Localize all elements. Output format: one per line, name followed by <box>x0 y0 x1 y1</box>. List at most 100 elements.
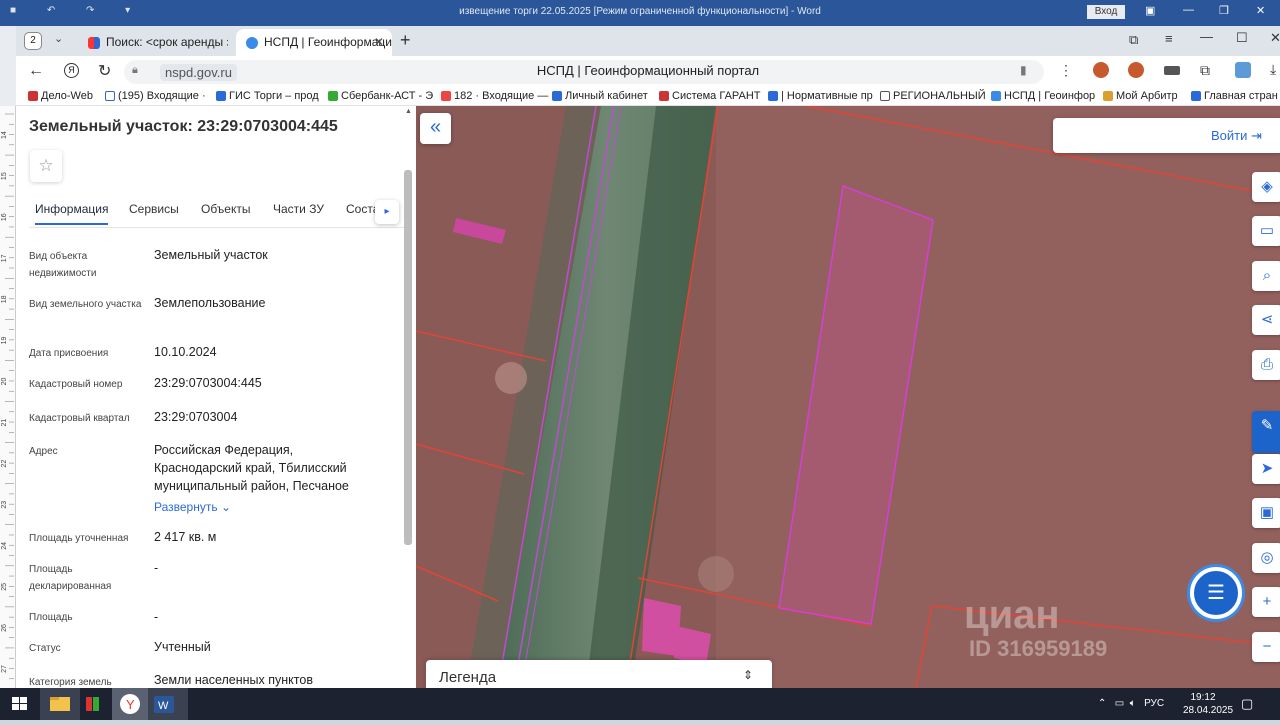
bookmark-label: ГИС Торги – прод <box>229 90 319 102</box>
tab-search[interactable]: Поиск: <срок аренды зем <box>78 29 228 56</box>
area-search-icon[interactable]: ⌕ <box>1252 261 1280 291</box>
bookmark-item[interactable]: Сбербанк-АСТ - Э <box>328 90 433 102</box>
tabs-next-arrow-icon[interactable]: ▸ <box>375 200 399 224</box>
bookmark-favicon-icon <box>659 91 669 101</box>
zoom-in-icon[interactable]: + <box>1252 587 1280 617</box>
bookmark-item[interactable]: (195) Входящие · <box>105 90 206 102</box>
browser-tab-strip: 2 ⌄ Поиск: <срок аренды зем НСПД | Геоин… <box>16 26 1280 56</box>
windows-start-icon[interactable] <box>0 688 40 720</box>
yandex-browser-taskbar-icon[interactable]: Y <box>112 688 152 720</box>
address-bar-row: ← Я ↻ 🔒︎ nspd.gov.ru НСПД | Геоинформаци… <box>16 56 1280 88</box>
collections-icon[interactable]: ⧉ <box>1200 62 1210 79</box>
tab-parts[interactable]: Части ЗУ <box>273 202 324 216</box>
browser-maximize-icon[interactable]: ☐ <box>1236 30 1248 46</box>
panel-scrollbar[interactable] <box>404 170 412 545</box>
expand-link[interactable]: Развернуть ⌄ <box>154 500 231 514</box>
bookmark-item[interactable]: Дело-Web <box>28 90 93 102</box>
tab-services[interactable]: Сервисы <box>129 202 179 216</box>
svg-text:W: W <box>158 700 169 712</box>
app-icon[interactable] <box>76 688 116 720</box>
watermark-cian: циан <box>964 593 1060 637</box>
bookmark-favicon-icon <box>28 91 38 101</box>
legend-panel[interactable]: Легенда ⇕ <box>426 660 772 688</box>
bookmark-item[interactable]: РЕГИОНАЛЬНЫЙ <box>880 90 986 102</box>
bookmark-item[interactable]: | Нормативные пр <box>768 90 873 102</box>
volume-icon[interactable]: 🔈︎ <box>1130 698 1136 709</box>
geolocation-icon[interactable]: ➤ <box>1252 454 1280 484</box>
tray-chevron-icon[interactable]: ⌃ <box>1098 698 1106 709</box>
print-icon[interactable]: ⎙ <box>1252 350 1280 380</box>
ruler-icon[interactable]: ▭ <box>1252 216 1280 246</box>
bookmark-label: 182 · Входящие — <box>454 90 549 102</box>
ruler-mark-label: 22 <box>1 460 8 468</box>
menu-icon[interactable]: ≡ <box>1165 31 1173 46</box>
tab-count-badge[interactable]: 2 <box>24 32 42 50</box>
login-label: Войти <box>1211 128 1248 143</box>
bookmark-item[interactable]: НСПД | Геоинфор <box>991 90 1095 102</box>
notifications-icon[interactable]: ▢ <box>1241 696 1253 712</box>
word-taskbar-icon[interactable]: W <box>148 688 188 720</box>
clock[interactable]: 19:12 28.04.2025 <box>1183 691 1234 717</box>
browser-minimize-icon[interactable]: — <box>1200 29 1213 44</box>
expand-collapse-icon[interactable]: ⇕ <box>743 668 753 682</box>
value-area: - <box>154 610 159 624</box>
bookmark-label: | Нормативные пр <box>781 90 873 102</box>
layers-icon[interactable]: ◈ <box>1252 172 1280 202</box>
share-icon[interactable]: ⋖ <box>1252 305 1280 335</box>
watermark-id: ID 316959189 <box>969 636 1108 661</box>
bookmark-item[interactable]: ГИС Торги – прод <box>216 90 319 102</box>
language-indicator[interactable]: РУС <box>1144 698 1164 709</box>
login-button[interactable]: Войти ⇥ <box>1053 118 1280 153</box>
basemap-icon[interactable]: ▣ <box>1252 498 1280 528</box>
folder-icon <box>50 697 70 711</box>
scroll-up-icon[interactable]: ▲ <box>405 108 412 115</box>
tab-label: Поиск: <срок аренды зем <box>106 35 228 49</box>
bookmark-item[interactable]: Система ГАРАНТ <box>659 90 761 102</box>
tab-nspd[interactable]: НСПД | Геоинформаци ✕ <box>236 29 392 56</box>
ruler-mark-label: 18 <box>1 295 8 303</box>
word-login-button[interactable]: Вход <box>1087 5 1125 19</box>
tab-list-chevron-icon[interactable]: ⌄ <box>54 32 63 45</box>
file-explorer-icon[interactable] <box>40 688 80 720</box>
bookmark-label: НСПД | Геоинфор <box>1004 90 1096 102</box>
label-cadastral-number: Кадастровый номер <box>29 379 123 390</box>
tree-canopy <box>495 362 527 394</box>
bookmark-item[interactable]: Главная стран <box>1191 90 1278 102</box>
bookmark-item[interactable]: Мой Арбитр <box>1103 90 1178 102</box>
tab-manager-icon[interactable]: ⧉ <box>1129 32 1138 48</box>
new-tab-plus-icon[interactable]: + <box>400 30 411 51</box>
clock-date: 28.04.2025 <box>1183 705 1234 716</box>
chevron-down-icon: ⌄ <box>220 500 232 514</box>
browser-close-icon[interactable]: ✕ <box>1270 30 1280 46</box>
collapse-panel-button[interactable]: « <box>420 113 451 144</box>
tab-close-icon[interactable]: ✕ <box>374 29 384 56</box>
ruler-mark-label: 14 <box>1 131 8 139</box>
ruler-mark-label: 27 <box>1 665 8 673</box>
bookmark-item[interactable]: 182 · Входящие — <box>441 90 548 102</box>
extension-icon[interactable] <box>1093 62 1109 78</box>
restore-icon[interactable]: ❐ <box>1219 4 1229 17</box>
extension-icon[interactable] <box>1164 66 1180 75</box>
ribbon-display-icon[interactable]: ▣ <box>1145 4 1155 17</box>
draw-tool-icon[interactable]: ✎ <box>1252 411 1280 453</box>
extension-icon[interactable] <box>1128 62 1144 78</box>
bookmark-item[interactable]: Личный кабинет <box>552 90 648 102</box>
close-icon[interactable]: ✕ <box>1256 4 1265 17</box>
value-area-precise: 2 417 кв. м <box>154 530 217 544</box>
ruler-mark-label: 21 <box>1 419 8 427</box>
tab-info[interactable]: Информация <box>35 202 109 225</box>
search-location-icon[interactable]: ◎ <box>1252 543 1280 573</box>
map-view[interactable]: циан ID 316959189 « Войти ⇥ ◈ ▭ ⌕ ⋖ ⎙ ✎ … <box>416 106 1280 688</box>
tab-objects[interactable]: Объекты <box>201 202 251 216</box>
value-cadastral-number: 23:29:0703004:445 <box>154 376 262 390</box>
minimize-icon[interactable]: — <box>1183 4 1194 16</box>
more-icon[interactable]: ⋮ <box>1059 62 1073 79</box>
favorite-star-icon[interactable]: ☆ <box>30 150 62 182</box>
extension-icon[interactable] <box>1235 62 1251 78</box>
bookmark-label: РЕГИОНАЛЬНЫЙ <box>893 90 986 102</box>
chat-icon[interactable]: ☰ <box>1190 567 1242 619</box>
download-icon[interactable]: ⤓ <box>1270 61 1276 78</box>
network-icon[interactable]: ▭ <box>1115 698 1124 709</box>
bookmark-icon[interactable]: ▮ <box>1020 63 1027 77</box>
zoom-out-icon[interactable]: − <box>1252 632 1280 662</box>
